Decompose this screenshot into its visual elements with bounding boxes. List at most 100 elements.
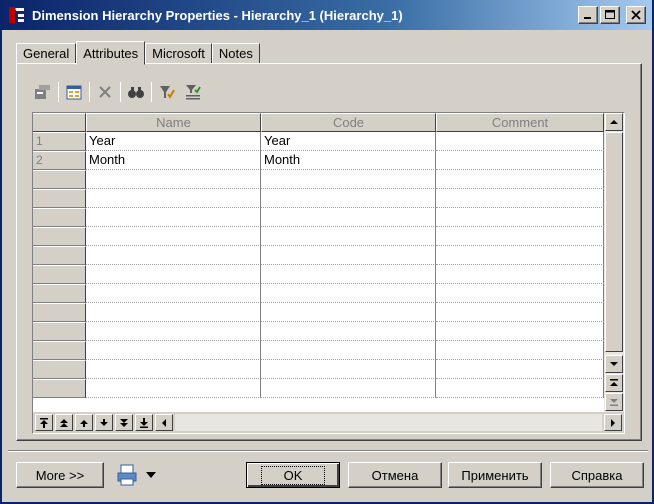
name-cell[interactable]: Year [86, 132, 261, 151]
comment-cell[interactable] [436, 170, 604, 189]
scroll-thumb[interactable] [605, 132, 623, 352]
comment-cell[interactable] [436, 208, 604, 227]
print-button[interactable] [112, 462, 158, 488]
cancel-button[interactable]: Отмена [348, 462, 442, 488]
scroll-down-button[interactable] [605, 355, 623, 373]
code-cell[interactable] [261, 379, 436, 398]
tab-microsoft[interactable]: Microsoft [145, 43, 212, 64]
row-number [33, 341, 86, 360]
name-cell[interactable]: Month [86, 151, 261, 170]
comment-cell[interactable] [436, 151, 604, 170]
code-cell[interactable] [261, 170, 436, 189]
scroll-right-button[interactable] [604, 414, 622, 431]
name-cell[interactable] [86, 227, 261, 246]
table-row[interactable] [33, 189, 604, 208]
table-row[interactable] [33, 246, 604, 265]
table-row[interactable] [33, 208, 604, 227]
scroll-top-button[interactable] [605, 374, 623, 392]
table-row[interactable] [33, 227, 604, 246]
maximize-icon [605, 10, 615, 19]
code-cell[interactable] [261, 284, 436, 303]
table-row[interactable] [33, 379, 604, 398]
tab-notes[interactable]: Notes [211, 43, 260, 64]
column-header-name[interactable]: Name [86, 113, 261, 132]
tab-attributes[interactable]: Attributes [76, 41, 146, 65]
tab-general[interactable]: General [16, 43, 77, 64]
comment-cell[interactable] [436, 189, 604, 208]
name-cell[interactable] [86, 189, 261, 208]
name-cell[interactable] [86, 265, 261, 284]
comment-cell[interactable] [436, 246, 604, 265]
code-cell[interactable] [261, 189, 436, 208]
table-row[interactable] [33, 170, 604, 189]
table-row[interactable] [33, 360, 604, 379]
column-header-comment[interactable]: Comment [436, 113, 604, 132]
code-cell[interactable] [261, 322, 436, 341]
code-cell[interactable] [261, 246, 436, 265]
comment-cell[interactable] [436, 284, 604, 303]
code-cell[interactable] [261, 341, 436, 360]
title-bar[interactable]: Dimension Hierarchy Properties - Hierarc… [2, 0, 652, 30]
code-cell[interactable] [261, 208, 436, 227]
find-button[interactable] [125, 81, 147, 103]
ok-button[interactable]: OK [246, 462, 340, 488]
table-row[interactable] [33, 303, 604, 322]
name-cell[interactable] [86, 341, 261, 360]
name-cell[interactable] [86, 360, 261, 379]
scroll-bottom-button[interactable] [605, 393, 623, 411]
table-row[interactable]: 1 Year Year [33, 132, 604, 151]
comment-cell[interactable] [436, 322, 604, 341]
move-up-button[interactable] [75, 414, 93, 431]
move-down-page-button[interactable] [115, 414, 133, 431]
name-cell[interactable] [86, 303, 261, 322]
move-top-button[interactable] [35, 414, 53, 431]
name-cell[interactable] [86, 284, 261, 303]
table-row[interactable] [33, 322, 604, 341]
button-separator [8, 450, 648, 452]
comment-cell[interactable] [436, 303, 604, 322]
comment-cell[interactable] [436, 341, 604, 360]
help-button[interactable]: Справка [550, 462, 644, 488]
code-cell[interactable]: Month [261, 151, 436, 170]
properties-button[interactable] [32, 81, 54, 103]
name-cell[interactable] [86, 246, 261, 265]
add-attributes-button[interactable] [63, 81, 85, 103]
scroll-up-button[interactable] [605, 113, 623, 131]
maximize-button[interactable] [600, 6, 620, 24]
apply-button[interactable]: Применить [448, 462, 542, 488]
table-row[interactable] [33, 341, 604, 360]
comment-cell[interactable] [436, 265, 604, 284]
move-down-button[interactable] [95, 414, 113, 431]
filter-list-button[interactable] [182, 81, 204, 103]
name-cell[interactable] [86, 208, 261, 227]
code-cell[interactable] [261, 265, 436, 284]
table-row[interactable] [33, 284, 604, 303]
comment-cell[interactable] [436, 360, 604, 379]
code-cell[interactable]: Year [261, 132, 436, 151]
horizontal-scroll-track[interactable] [175, 414, 602, 431]
column-header-code[interactable]: Code [261, 113, 436, 132]
comment-cell[interactable] [436, 227, 604, 246]
minimize-button[interactable] [578, 6, 598, 24]
comment-cell[interactable] [436, 379, 604, 398]
code-cell[interactable] [261, 360, 436, 379]
name-cell[interactable] [86, 170, 261, 189]
comment-cell[interactable] [436, 132, 604, 151]
scroll-left-button[interactable] [155, 414, 173, 431]
ok-button-label: OK [260, 465, 326, 485]
code-cell[interactable] [261, 303, 436, 322]
table-row[interactable] [33, 265, 604, 284]
filter-button[interactable] [156, 81, 178, 103]
delete-button[interactable] [94, 81, 116, 103]
toolbar-separator [120, 82, 121, 102]
toolbar-separator [151, 82, 152, 102]
vertical-scrollbar[interactable] [604, 113, 624, 413]
move-bottom-button[interactable] [135, 414, 153, 431]
move-up-page-button[interactable] [55, 414, 73, 431]
code-cell[interactable] [261, 227, 436, 246]
name-cell[interactable] [86, 379, 261, 398]
table-row[interactable]: 2 Month Month [33, 151, 604, 170]
more-button[interactable]: More >> [16, 462, 104, 488]
name-cell[interactable] [86, 322, 261, 341]
close-button[interactable] [626, 6, 646, 24]
